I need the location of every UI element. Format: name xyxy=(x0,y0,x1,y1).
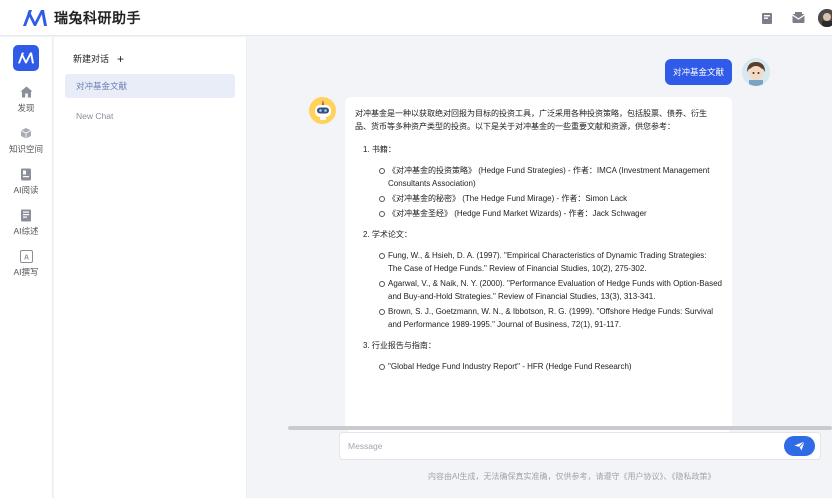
mail-icon[interactable] xyxy=(790,10,806,26)
nav-label: AI阅读 xyxy=(13,185,39,195)
send-icon xyxy=(794,441,805,451)
message-input[interactable] xyxy=(348,439,768,453)
nav-item-ai-review[interactable]: AI综述 xyxy=(0,208,53,237)
robot-icon xyxy=(314,100,331,120)
user-avatar[interactable] xyxy=(818,9,832,27)
bot-intro-text: 对冲基金是一种以获取绝对回报为目标的投资工具，广泛采用各种投资策略，包括股票、债… xyxy=(355,109,707,131)
write-icon: A xyxy=(19,249,33,263)
nav-label: AI撰写 xyxy=(13,267,39,277)
nav-item-knowledge-space[interactable]: 知识空间 xyxy=(0,126,53,155)
book-icon[interactable] xyxy=(759,10,775,26)
left-nav: 发现 知识空间 AI阅读 AI综述 A AI撰写 xyxy=(0,37,53,498)
list-item: 《对冲基金的秘密》 (The Hedge Fund Mirage) - 作者：S… xyxy=(379,192,722,205)
list-item: Brown, S. J., Goetzmann, W. N., & Ibbots… xyxy=(379,305,722,331)
new-chat-label: 新建对话 xyxy=(73,54,110,64)
nav-item-discover[interactable]: 发现 xyxy=(0,85,53,114)
conversation-item-active[interactable]: 对冲基金文献 xyxy=(65,74,235,98)
list-item: 《对冲基金的投资策略》 (Hedge Fund Strategies) - 作者… xyxy=(379,164,722,190)
chat-main: 对冲基金文献 对冲基金是一种以获取绝对回报为目标的投资工具，广泛采用各种投资策略… xyxy=(248,37,832,498)
user-message-avatar xyxy=(742,58,770,86)
cube-icon xyxy=(19,126,33,140)
nav-label: AI综述 xyxy=(13,226,39,236)
nav-item-ai-reading[interactable]: AI阅读 xyxy=(0,167,53,196)
user-message-bubble: 对冲基金文献 xyxy=(664,59,732,85)
section-title: 1. 书籍： xyxy=(363,145,396,154)
nav-logo-icon[interactable] xyxy=(13,45,39,71)
list-item: Agarwal, V., & Naik, N. Y. (2000). "Perf… xyxy=(379,277,722,303)
brand[interactable]: 瑞兔科研助手 xyxy=(22,8,141,28)
send-button[interactable] xyxy=(784,436,815,456)
message-input-box xyxy=(339,432,821,460)
plus-icon: + xyxy=(117,51,125,66)
list-item: Fung, W., & Hsieh, D. A. (1997). "Empiri… xyxy=(379,249,722,275)
svg-text:A: A xyxy=(23,254,28,261)
section-list-reports: "Global Hedge Fund Industry Report" - HF… xyxy=(379,360,722,373)
nav-label: 知识空间 xyxy=(8,144,43,154)
app-title: 瑞兔科研助手 xyxy=(54,9,141,26)
horizontal-scrollbar[interactable] xyxy=(288,426,832,430)
section-list-books: 《对冲基金的投资策略》 (Hedge Fund Strategies) - 作者… xyxy=(379,164,722,220)
new-chat-button[interactable]: 新建对话 + xyxy=(73,52,124,65)
conversation-sidebar: 新建对话 + 对冲基金文献 New Chat xyxy=(54,37,247,498)
top-header: 瑞兔科研助手 xyxy=(0,0,832,36)
section-title: 2. 学术论文： xyxy=(363,230,412,239)
nav-label: 发现 xyxy=(17,103,35,113)
list-item: 《对冲基金圣经》 (Hedge Fund Market Wizards) - 作… xyxy=(379,207,722,220)
bot-avatar xyxy=(309,97,336,124)
conversation-item[interactable]: New Chat xyxy=(65,104,235,128)
brand-logo-icon xyxy=(23,9,47,26)
section-list-papers: Fung, W., & Hsieh, D. A. (1997). "Empiri… xyxy=(379,249,722,331)
header-actions xyxy=(744,0,832,36)
document-icon xyxy=(19,167,33,181)
list-item: "Global Hedge Fund Industry Report" - HF… xyxy=(379,360,722,373)
disclaimer-text: 内容由AI生成，无法确保真实准确，仅供参考，请遵守《用户协议》、《隐私政策》 xyxy=(428,472,716,481)
bot-message-bubble: 对冲基金是一种以获取绝对回报为目标的投资工具，广泛采用各种投资策略，包括股票、债… xyxy=(345,97,732,432)
section-title: 3. 行业报告与指南： xyxy=(363,341,436,350)
report-icon xyxy=(19,208,33,222)
home-icon xyxy=(19,85,33,99)
nav-item-ai-writing[interactable]: A AI撰写 xyxy=(0,249,53,278)
